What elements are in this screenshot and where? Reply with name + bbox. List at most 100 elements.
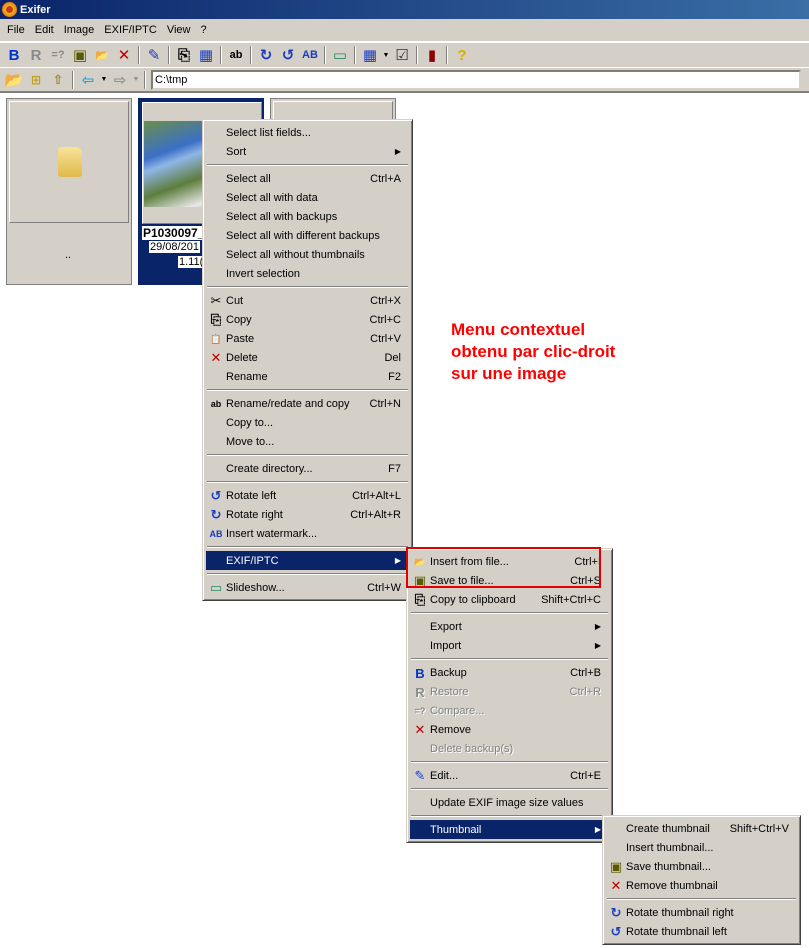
help-button[interactable]: ? (451, 45, 473, 65)
menu-item-label: Insert watermark... (226, 527, 318, 540)
backup-icon: B (415, 665, 425, 681)
save-button[interactable]: ▣ (69, 45, 91, 65)
menu-item-update-exif-image-size-values[interactable]: Update EXIF image size values (410, 793, 609, 812)
toolbar-separator (220, 46, 222, 64)
chevron-down-icon: ▼ (382, 51, 390, 59)
menu-item-label: Remove thumbnail (626, 879, 718, 892)
menu-item-label: Create directory... (226, 462, 313, 475)
menu-help[interactable]: ? (196, 24, 212, 36)
menu-view[interactable]: View (162, 24, 196, 36)
menu-item-exif-iptc[interactable]: EXIF/IPTC ▶ (206, 551, 409, 570)
menu-item-import[interactable]: Import ▶ (410, 636, 609, 655)
menu-item-save-thumbnail[interactable]: ▣ Save thumbnail... (606, 857, 797, 876)
menu-item-cut[interactable]: ✂ Cut Ctrl+X (206, 291, 409, 310)
menu-item-label: Restore (430, 685, 469, 698)
forward-dropdown[interactable]: ▼ (131, 76, 141, 83)
menu-item-remove[interactable]: ✕ Remove (410, 720, 609, 739)
menu-item-thumbnail[interactable]: Thumbnail ▶ (410, 820, 609, 839)
folder-item-parent[interactable]: .. (6, 98, 132, 285)
folder-tree-button[interactable]: ⊞ (25, 70, 47, 90)
menu-item-sort[interactable]: Sort ▶ (206, 142, 409, 161)
menu-exif-iptc[interactable]: EXIF/IPTC (99, 24, 162, 36)
menu-item-shortcut: Ctrl+W (367, 581, 401, 594)
restore-icon: R (415, 684, 425, 700)
menu-item-label: Rotate thumbnail right (626, 906, 734, 919)
rotate-left-icon: ↺ (281, 47, 295, 64)
menu-item-export[interactable]: Export ▶ (410, 617, 609, 636)
menu-item-rename[interactable]: Rename F2 (206, 367, 409, 386)
back-button[interactable]: ⇦ (77, 70, 99, 90)
select-icon: ☑ (395, 47, 409, 64)
open-folder-button[interactable]: 📂 (91, 45, 113, 65)
edit-button[interactable]: ✎ (143, 45, 165, 65)
menu-item-copy[interactable]: ⎘ Copy Ctrl+C (206, 310, 409, 329)
slideshow-button[interactable]: ▭ (329, 45, 351, 65)
menu-item-rename-redate-and-copy[interactable]: ab Rename/redate and copy Ctrl+N (206, 394, 409, 413)
rename-button[interactable]: ab (225, 45, 247, 65)
menu-item-slideshow[interactable]: ▭ Slideshow... Ctrl+W (206, 578, 409, 597)
menu-item-label: Rotate left (226, 489, 277, 502)
menu-item-paste[interactable]: 📋 Paste Ctrl+V (206, 329, 409, 348)
menu-edit[interactable]: Edit (30, 24, 59, 36)
rotate-left-button[interactable]: ↺ (277, 45, 299, 65)
menu-item-move-to[interactable]: Move to... (206, 432, 409, 451)
menu-item-select-all-with-data[interactable]: Select all with data (206, 188, 409, 207)
view-mode-button[interactable]: ▦ (359, 45, 381, 65)
compare-button[interactable]: =? (47, 45, 69, 65)
menu-item-insert-from-file[interactable]: 📂 Insert from file... Ctrl+I (410, 552, 609, 571)
menu-separator (207, 286, 408, 288)
menu-item-rotate-right[interactable]: ↻ Rotate right Ctrl+Alt+R (206, 505, 409, 524)
menu-item-rotate-thumbnail-right[interactable]: ↻ Rotate thumbnail right (606, 903, 797, 922)
watermark-button[interactable]: AB (299, 45, 321, 65)
menu-item-copy-to-clipboard[interactable]: ⎘ Copy to clipboard Shift+Ctrl+C (410, 590, 609, 609)
exit-button[interactable]: ▮ (421, 45, 443, 65)
restore-button[interactable]: R (25, 45, 47, 65)
save-icon: ▣ (609, 859, 623, 874)
menu-item-rotate-left[interactable]: ↺ Rotate left Ctrl+Alt+L (206, 486, 409, 505)
chevron-down-icon: ▼ (132, 76, 140, 83)
menu-item-shortcut: Ctrl+C (369, 313, 401, 326)
back-dropdown[interactable]: ▼ (99, 76, 109, 83)
menu-item-rotate-thumbnail-left[interactable]: ↺ Rotate thumbnail left (606, 922, 797, 941)
menu-item-label: Insert from file... (430, 555, 509, 568)
menu-item-shortcut: Ctrl+N (369, 397, 401, 410)
menu-item-edit[interactable]: ✎ Edit... Ctrl+E (410, 766, 609, 785)
menu-item-insert-thumbnail[interactable]: Insert thumbnail... (606, 838, 797, 857)
open-folder-button[interactable]: 📂 (3, 70, 25, 90)
copy-button[interactable]: ⎘ (173, 45, 195, 65)
forward-button[interactable]: ⇨ (109, 70, 131, 90)
menu-item-select-all-with-different-backups[interactable]: Select all with different backups (206, 226, 409, 245)
delete-button[interactable]: ✕ (113, 45, 135, 65)
parent-folder-button[interactable]: ⇧ (47, 70, 69, 90)
menu-item-backup[interactable]: B Backup Ctrl+B (410, 663, 609, 682)
menu-item-create-thumbnail[interactable]: Create thumbnail Shift+Ctrl+V (606, 819, 797, 838)
menu-item-label: Insert thumbnail... (626, 841, 714, 854)
menu-separator (411, 658, 608, 660)
rotate-right-button[interactable]: ↻ (255, 45, 277, 65)
menu-image[interactable]: Image (59, 24, 100, 36)
menu-item-remove-thumbnail[interactable]: ✕ Remove thumbnail (606, 876, 797, 895)
menu-item-label: Select list fields... (226, 126, 311, 139)
backup-button[interactable]: B (3, 45, 25, 65)
open-folder-icon: 📂 (95, 49, 109, 62)
menu-item-select-all-with-backups[interactable]: Select all with backups (206, 207, 409, 226)
menu-item-create-directory[interactable]: Create directory... F7 (206, 459, 409, 478)
menu-item-label: Cut (226, 294, 244, 307)
navigation-toolbar: 📂 ⊞ ⇧ ⇦ ▼ ⇨ ▼ C:\tmp (0, 67, 809, 93)
file-size: 1.11( (178, 256, 205, 268)
menu-item-copy-to[interactable]: Copy to... (206, 413, 409, 432)
address-input[interactable]: C:\tmp (151, 69, 801, 90)
menu-item-select-all[interactable]: Select all Ctrl+A (206, 169, 409, 188)
menu-item-invert-selection[interactable]: Invert selection (206, 264, 409, 283)
menu-item-save-to-file[interactable]: ▣ Save to file... Ctrl+S (410, 571, 609, 590)
menu-item-label: Thumbnail (430, 823, 482, 836)
select-button[interactable]: ☑ (391, 45, 413, 65)
menu-item-select-list-fields[interactable]: Select list fields... (206, 123, 409, 142)
menu-item-insert-watermark[interactable]: AB Insert watermark... (206, 524, 409, 543)
menu-item-select-all-without-thumbnails[interactable]: Select all without thumbnails (206, 245, 409, 264)
menu-file[interactable]: File (2, 24, 30, 36)
view-mode-dropdown[interactable]: ▼ (381, 52, 391, 59)
menu-item-delete[interactable]: ✕ Delete Del (206, 348, 409, 367)
open-folder-icon: 📂 (414, 556, 426, 567)
list-fields-button[interactable]: ▦ (195, 45, 217, 65)
